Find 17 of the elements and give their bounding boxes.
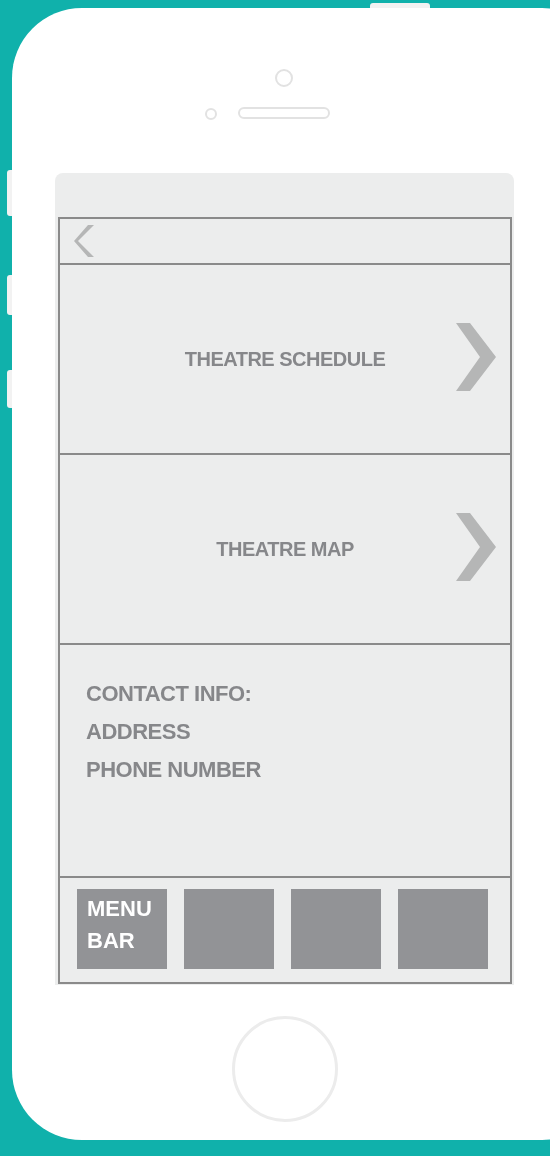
menu-tile[interactable] bbox=[398, 889, 488, 969]
menu-tile[interactable]: MENU BAR bbox=[77, 889, 167, 969]
chevron-icon bbox=[456, 513, 496, 581]
nav-label: THEATRE MAP bbox=[216, 537, 354, 561]
menu-tile[interactable] bbox=[184, 889, 274, 969]
speaker-icon bbox=[238, 107, 330, 119]
nav-row[interactable]: THEATRE MAP bbox=[60, 455, 510, 645]
chevron-icon bbox=[456, 323, 496, 391]
back-icon[interactable] bbox=[74, 225, 96, 257]
contact-text: PHONE NUMBER bbox=[86, 756, 261, 784]
nav-label: THEATRE SCHEDULE bbox=[184, 347, 386, 371]
contact-text: CONTACT INFO: bbox=[86, 680, 252, 708]
camera-icon bbox=[275, 69, 293, 87]
contact-text: ADDRESS bbox=[86, 718, 191, 746]
menu-tile[interactable] bbox=[291, 889, 381, 969]
sensor-icon bbox=[205, 108, 217, 120]
nav-row[interactable]: THEATRE SCHEDULE bbox=[60, 265, 510, 455]
